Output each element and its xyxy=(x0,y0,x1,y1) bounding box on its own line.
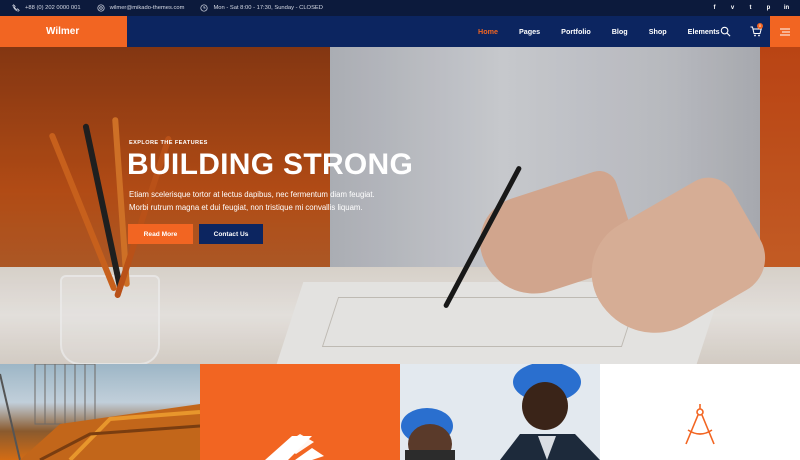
nav-item-pages[interactable]: Pages xyxy=(519,27,540,36)
top-bar: +88 (0) 202 0000 001 wilmer@mikado-theme… xyxy=(0,0,800,16)
construction-image xyxy=(0,364,200,460)
contact-info: +88 (0) 202 0000 001 wilmer@mikado-theme… xyxy=(12,4,333,12)
hero-title: BUILDING STRONG xyxy=(127,148,414,181)
logo[interactable]: Wilmer xyxy=(0,16,127,47)
workers-photo-tile[interactable] xyxy=(400,364,600,460)
brand-logo-tile[interactable] xyxy=(200,364,400,460)
workers-image xyxy=(400,364,600,460)
pinterest-icon[interactable]: p xyxy=(765,5,772,11)
compass-icon xyxy=(685,404,715,445)
nav-item-shop[interactable]: Shop xyxy=(649,27,667,36)
menu-icon xyxy=(780,28,790,35)
hero-kicker: EXPLORE THE FEATURES xyxy=(129,140,208,146)
hero-subtitle: Etiam scelerisque tortor at lectus dapib… xyxy=(129,188,399,214)
twitter-icon[interactable]: t xyxy=(747,5,754,11)
phone-text: +88 (0) 202 0000 001 xyxy=(25,5,81,11)
menu-button[interactable] xyxy=(770,16,800,47)
hours-text: Mon - Sat 8:00 - 17:30, Sunday - CLOSED xyxy=(213,5,323,11)
vimeo-icon[interactable]: v xyxy=(729,5,736,11)
clock-icon xyxy=(200,4,208,12)
facebook-icon[interactable]: f xyxy=(711,5,718,11)
email-item[interactable]: wilmer@mikado-themes.com xyxy=(97,4,185,12)
search-icon[interactable] xyxy=(720,26,731,37)
brand-logo-icon xyxy=(265,434,324,460)
hero-subtitle-line: Morbi rutrum magna et dui feugiat, non t… xyxy=(129,203,363,212)
social-links: f v t p in xyxy=(711,0,790,16)
nav-menu: Home Pages Portfolio Blog Shop Elements xyxy=(478,16,741,47)
construction-photo-tile[interactable] xyxy=(0,364,200,460)
hours-item: Mon - Sat 8:00 - 17:30, Sunday - CLOSED xyxy=(200,4,323,12)
at-icon xyxy=(97,4,105,12)
phone-icon xyxy=(12,4,20,12)
email-text: wilmer@mikado-themes.com xyxy=(109,5,185,11)
main-nav: Home Pages Portfolio Blog Shop Elements … xyxy=(127,16,800,47)
hero-slider: EXPLORE THE FEATURES BUILDING STRONG Eti… xyxy=(0,47,800,364)
phone-item[interactable]: +88 (0) 202 0000 001 xyxy=(12,4,81,12)
contact-us-button[interactable]: Contact Us xyxy=(199,224,263,244)
hero-subtitle-line: Etiam scelerisque tortor at lectus dapib… xyxy=(129,190,375,199)
nav-item-elements[interactable]: Elements xyxy=(688,27,720,36)
nav-item-portfolio[interactable]: Portfolio xyxy=(561,27,591,36)
hero-overlay xyxy=(0,47,800,364)
read-more-button[interactable]: Read More xyxy=(128,224,193,244)
linkedin-icon[interactable]: in xyxy=(783,5,790,11)
services-tile[interactable] xyxy=(600,364,800,460)
nav-item-home[interactable]: Home xyxy=(478,27,498,36)
nav-item-blog[interactable]: Blog xyxy=(612,27,628,36)
cart-count-badge: 0 xyxy=(757,23,763,29)
